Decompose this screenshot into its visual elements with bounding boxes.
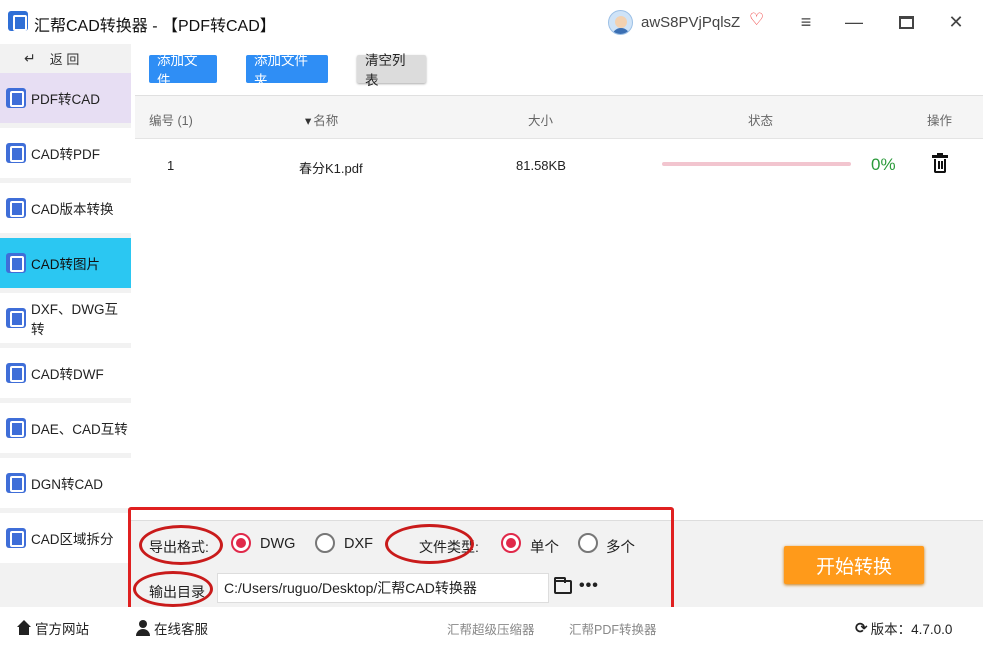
column-header-status[interactable]: 状态 bbox=[748, 110, 773, 129]
compressor-link[interactable]: 汇帮超级压缩器 bbox=[447, 619, 535, 638]
home-icon bbox=[16, 620, 32, 636]
minimize-button[interactable]: — bbox=[842, 10, 866, 34]
cad-split-icon bbox=[6, 528, 26, 548]
online-service-label: 在线客服 bbox=[154, 622, 208, 637]
cad-to-dwf-icon bbox=[6, 363, 26, 383]
online-service-link[interactable]: 在线客服 bbox=[135, 618, 208, 638]
add-folder-button[interactable]: 添加文件夹 bbox=[246, 53, 328, 88]
sidebar-item-dxf-dwg[interactable]: DXF、DWG互转 bbox=[0, 293, 131, 343]
sidebar: ↵ 返 回 PDF转CAD CAD转PDF CAD版本转换 CAD转图片 DXF… bbox=[0, 44, 131, 607]
folder-open-icon[interactable] bbox=[554, 577, 572, 594]
progress-bar bbox=[662, 162, 851, 166]
sidebar-item-dgn-to-cad[interactable]: DGN转CAD bbox=[0, 458, 131, 508]
column-header-action: 操作 bbox=[927, 114, 953, 128]
app-title: 汇帮CAD转换器 - 【PDF转CAD】 bbox=[34, 18, 276, 35]
sidebar-item-cad-split[interactable]: CAD区域拆分 bbox=[0, 513, 131, 563]
close-button[interactable]: ✕ bbox=[944, 10, 968, 34]
sidebar-item-cad-to-image[interactable]: CAD转图片 bbox=[0, 238, 131, 288]
user-avatar[interactable] bbox=[608, 10, 633, 35]
pdf-to-cad-icon bbox=[6, 88, 26, 108]
more-options-icon[interactable]: ••• bbox=[579, 577, 599, 595]
cad-to-image-icon bbox=[6, 253, 26, 273]
back-label: 返 回 bbox=[49, 51, 80, 67]
maximize-button[interactable] bbox=[894, 10, 918, 34]
sidebar-item-cad-to-pdf[interactable]: CAD转PDF bbox=[0, 128, 131, 178]
type-radio-multi[interactable] bbox=[578, 533, 598, 553]
column-header-number[interactable]: 编号 (1) bbox=[149, 110, 193, 129]
sidebar-item-label: CAD版本转换 bbox=[31, 202, 114, 217]
row-number: 1 bbox=[167, 158, 175, 173]
column-header-size[interactable]: 大小 bbox=[528, 110, 553, 129]
official-site-link[interactable]: 官方网站 bbox=[16, 618, 89, 638]
add-file-button[interactable]: 添加文件 bbox=[149, 53, 217, 88]
pdf-converter-link[interactable]: 汇帮PDF转换器 bbox=[569, 619, 657, 638]
sidebar-item-label: DAE、CAD互转 bbox=[31, 422, 128, 437]
sidebar-item-label: CAD区域拆分 bbox=[31, 532, 114, 547]
back-button[interactable]: ↵ 返 回 bbox=[0, 44, 131, 72]
sort-arrow-icon: ▾ bbox=[305, 114, 312, 128]
menu-icon[interactable]: ≡ bbox=[794, 10, 818, 34]
sidebar-item-dae-cad[interactable]: DAE、CAD互转 bbox=[0, 403, 131, 453]
dxf-dwg-icon bbox=[6, 308, 26, 328]
row-file-name: 春分K1.pdf bbox=[299, 161, 363, 176]
clear-list-button[interactable]: 清空列表 bbox=[357, 53, 426, 88]
back-icon: ↵ bbox=[24, 49, 36, 66]
dgn-to-cad-icon bbox=[6, 473, 26, 493]
annotation-ellipse-output bbox=[133, 571, 213, 607]
format-option-dxf[interactable]: DXF bbox=[344, 536, 373, 552]
sidebar-item-label: CAD转DWF bbox=[31, 367, 104, 382]
version-info[interactable]: ⟳ 版本：4.7.0.0 bbox=[855, 618, 952, 638]
type-option-single[interactable]: 单个 bbox=[530, 536, 559, 557]
version-label: 版本：4.7.0.0 bbox=[870, 622, 953, 637]
type-radio-single[interactable] bbox=[501, 533, 521, 553]
sidebar-item-label: CAD转PDF bbox=[31, 147, 101, 162]
format-radio-dxf[interactable] bbox=[315, 533, 335, 553]
column-header-name[interactable]: ▾ 名称 bbox=[305, 110, 338, 129]
sidebar-item-label: DGN转CAD bbox=[31, 477, 104, 492]
annotation-ellipse-type bbox=[385, 524, 474, 564]
table-row[interactable]: 1 春分K1.pdf 81.58KB 0% bbox=[135, 145, 983, 185]
output-path-input[interactable] bbox=[217, 573, 549, 603]
vip-heart-icon[interactable]: ♡ bbox=[749, 10, 764, 30]
table-header: 编号 (1) ▾ 名称 大小 状态 操作 bbox=[135, 95, 983, 139]
title-bar: 汇帮CAD转换器 - 【PDF转CAD】 awS8PVjPqlsZ ♡ ≡ — … bbox=[0, 0, 983, 44]
format-option-dwg[interactable]: DWG bbox=[260, 536, 295, 552]
maximize-icon bbox=[898, 15, 914, 29]
cad-version-icon bbox=[6, 198, 26, 218]
sidebar-item-label: CAD转图片 bbox=[31, 257, 101, 272]
sidebar-item-cad-version[interactable]: CAD版本转换 bbox=[0, 183, 131, 233]
sidebar-item-cad-to-dwf[interactable]: CAD转DWF bbox=[0, 348, 131, 398]
refresh-icon: ⟳ bbox=[855, 620, 868, 637]
sidebar-item-label: DXF、DWG互转 bbox=[31, 302, 118, 337]
footer: 官方网站 在线客服 汇帮超级压缩器 汇帮PDF转换器 ⟳ 版本：4.7.0.0 bbox=[0, 607, 983, 646]
customer-service-icon bbox=[135, 620, 151, 636]
type-option-multi[interactable]: 多个 bbox=[606, 536, 635, 557]
start-convert-button[interactable]: 开始转换 bbox=[784, 546, 924, 584]
annotation-ellipse-format bbox=[139, 525, 223, 565]
official-site-label: 官方网站 bbox=[35, 622, 89, 637]
dae-cad-icon bbox=[6, 418, 26, 438]
column-header-name-label: 名称 bbox=[313, 114, 339, 128]
row-file-size: 81.58KB bbox=[516, 158, 566, 173]
cad-to-pdf-icon bbox=[6, 143, 26, 163]
username[interactable]: awS8PVjPqlsZ bbox=[641, 14, 740, 31]
progress-percent: 0% bbox=[871, 155, 896, 174]
app-logo-icon bbox=[8, 11, 28, 31]
delete-trash-icon[interactable] bbox=[932, 153, 948, 174]
sidebar-item-label: PDF转CAD bbox=[31, 92, 101, 107]
format-radio-dwg[interactable] bbox=[231, 533, 251, 553]
sidebar-item-pdf-to-cad[interactable]: PDF转CAD bbox=[0, 73, 131, 123]
